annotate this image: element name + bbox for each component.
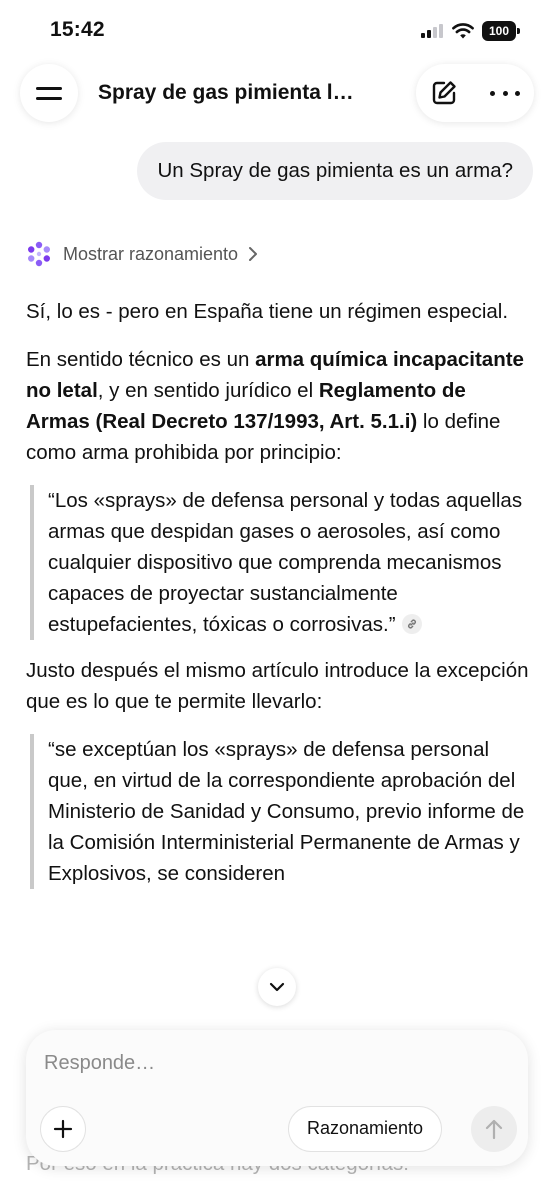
answer-paragraph: En sentido técnico es un arma química in…	[26, 348, 524, 464]
show-reasoning-toggle[interactable]: Mostrar razonamiento	[25, 239, 258, 269]
header-actions	[416, 64, 534, 122]
status-bar: 15:42 100	[0, 0, 555, 62]
wifi-icon	[452, 23, 474, 39]
chevron-down-icon	[269, 982, 285, 992]
scroll-down-button[interactable]	[258, 968, 296, 1006]
assistant-answer: Sí, lo es - pero en España tiene un régi…	[26, 296, 531, 904]
message-composer: Razonamiento	[26, 1030, 528, 1166]
chat-header: Spray de gas pimienta l…	[0, 62, 555, 124]
quote-text: “Los «sprays» de defensa personal y toda…	[48, 489, 523, 636]
answer-paragraph: Justo después el mismo artículo introduc…	[26, 659, 529, 713]
show-reasoning-label: Mostrar razonamiento	[63, 243, 239, 264]
chevron-right-icon	[249, 247, 258, 261]
chat-title[interactable]: Spray de gas pimienta l…	[98, 81, 388, 105]
answer-paragraph: Sí, lo es - pero en España tiene un régi…	[26, 300, 509, 323]
send-button[interactable]	[471, 1106, 517, 1152]
hamburger-menu-icon	[36, 85, 62, 101]
blockquote: “se exceptúan los «sprays» de defensa pe…	[30, 734, 531, 889]
status-time: 15:42	[50, 18, 105, 41]
battery-level: 100	[482, 21, 516, 41]
plus-icon	[53, 1119, 73, 1139]
message-input[interactable]	[44, 1052, 504, 1075]
more-options-icon[interactable]	[490, 83, 520, 103]
blockquote: “Los «sprays» de defensa personal y toda…	[30, 485, 531, 640]
user-message-bubble: Un Spray de gas pimienta es un arma?	[137, 142, 533, 200]
cellular-signal-icon	[421, 24, 445, 38]
battery-icon: 100	[482, 21, 520, 41]
source-link-icon[interactable]	[401, 613, 422, 634]
reasoning-mode-button[interactable]: Razonamiento	[288, 1106, 443, 1152]
attach-button[interactable]	[40, 1106, 86, 1152]
send-arrow-icon	[485, 1119, 503, 1140]
menu-button[interactable]	[20, 64, 78, 122]
quote-text: “se exceptúan los «sprays» de defensa pe…	[48, 738, 525, 885]
new-chat-edit-icon[interactable]	[430, 79, 458, 107]
reasoning-spark-icon	[28, 241, 50, 267]
